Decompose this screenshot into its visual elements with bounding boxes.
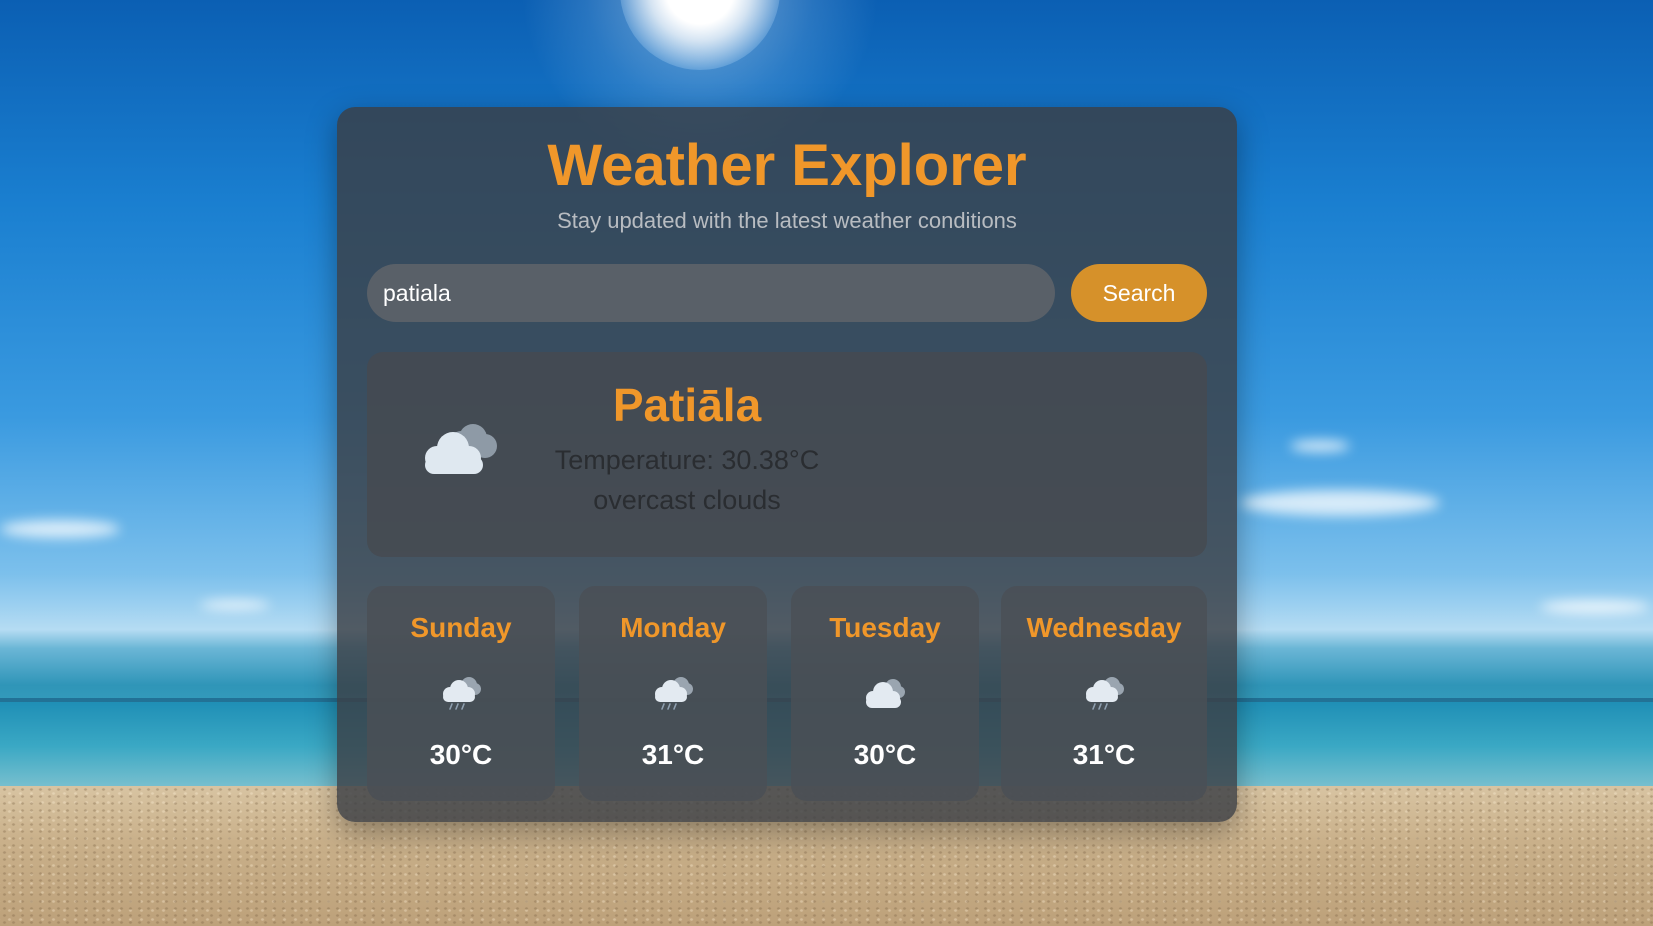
search-input[interactable] bbox=[367, 264, 1055, 322]
forecast-day-name: Monday bbox=[620, 612, 726, 643]
forecast-day-temp: 31°C bbox=[1072, 739, 1136, 770]
forecast-day-card: Sunday 30°C bbox=[367, 586, 555, 801]
weather-description: overcast clouds bbox=[593, 485, 781, 515]
cloud-streak bbox=[200, 600, 270, 610]
app-subtitle: Stay updated with the latest weather con… bbox=[557, 208, 1017, 233]
forecast-day-name: Wednesday bbox=[1026, 612, 1182, 643]
cloud-streak bbox=[1540, 600, 1650, 614]
forecast-day-card: Wednesday 31°C bbox=[1001, 586, 1207, 801]
rain-cloud-icon bbox=[655, 677, 693, 710]
cloud-streak bbox=[1240, 490, 1440, 516]
app-title: Weather Explorer bbox=[547, 133, 1027, 198]
forecast-day-temp: 30°C bbox=[853, 739, 917, 770]
cloud-streak bbox=[0, 520, 120, 538]
weather-card: Weather Explorer Stay updated with the l… bbox=[337, 107, 1237, 822]
forecast-day-card: Monday 31°C bbox=[579, 586, 767, 801]
cloud-streak bbox=[1290, 440, 1350, 452]
current-temperature: Temperature: 30.38°C bbox=[554, 445, 820, 475]
current-weather-panel: Patiāla Temperature: 30.38°C overcast cl… bbox=[367, 352, 1207, 557]
search-button[interactable]: Search bbox=[1071, 264, 1207, 322]
forecast-day-name: Sunday bbox=[410, 612, 512, 643]
rain-cloud-icon bbox=[1086, 677, 1124, 710]
forecast-day-card: Tuesday 30°C bbox=[791, 586, 979, 801]
cloud-icon bbox=[866, 679, 905, 708]
rain-cloud-icon bbox=[443, 677, 481, 710]
forecast-day-temp: 31°C bbox=[641, 739, 705, 770]
forecast-day-name: Tuesday bbox=[829, 612, 941, 643]
forecast-day-temp: 30°C bbox=[429, 739, 493, 770]
city-name: Patiāla bbox=[612, 379, 762, 431]
